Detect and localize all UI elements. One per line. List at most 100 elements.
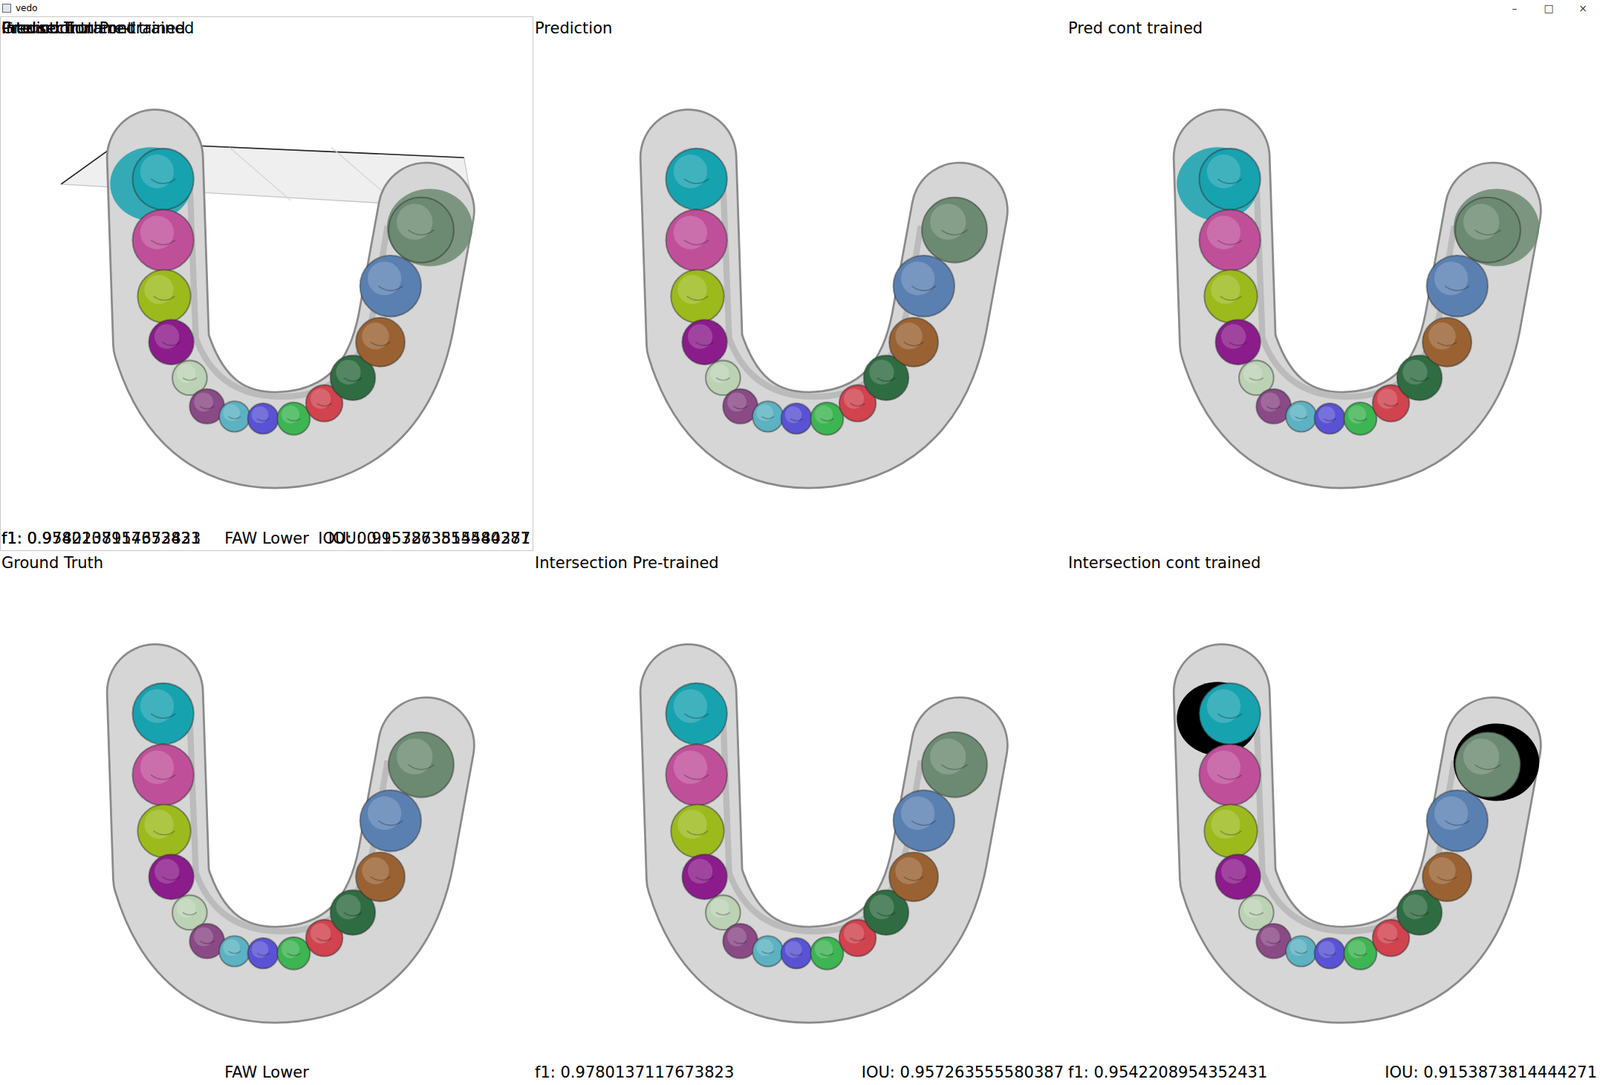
tooth[interactable] xyxy=(355,851,405,902)
title-bar: vedo –□× xyxy=(0,0,1600,17)
tooth[interactable] xyxy=(889,317,939,367)
viewport-title: Ground Truth xyxy=(1,555,104,572)
viewport-title: Intersection Pre-trained xyxy=(534,555,720,572)
tooth[interactable] xyxy=(665,209,727,271)
tooth[interactable] xyxy=(1422,317,1472,367)
tooth[interactable] xyxy=(681,319,727,364)
tooth[interactable] xyxy=(665,744,727,806)
tooth[interactable] xyxy=(1455,197,1521,263)
viewport[interactable]: Intersection Pre-trained f1: 0.9780137117… xyxy=(533,551,1067,1085)
tooth[interactable] xyxy=(889,851,939,902)
tooth[interactable] xyxy=(248,403,279,434)
tooth[interactable] xyxy=(1215,854,1260,899)
gum xyxy=(688,692,960,975)
tooth[interactable] xyxy=(1455,731,1521,798)
tooth[interactable] xyxy=(132,744,194,806)
tooth[interactable] xyxy=(132,148,194,210)
gum xyxy=(1221,692,1494,975)
viewport-title: Prediction xyxy=(534,20,613,37)
tooth[interactable] xyxy=(219,935,250,967)
tooth[interactable] xyxy=(893,255,955,317)
dental-mesh[interactable]: 304030 xyxy=(0,16,534,552)
gum xyxy=(155,692,427,975)
tooth[interactable] xyxy=(277,402,310,436)
tooth[interactable] xyxy=(670,804,724,858)
tooth[interactable] xyxy=(360,789,422,851)
tooth[interactable] xyxy=(132,682,194,744)
tooth[interactable] xyxy=(1198,209,1260,271)
minimize-button[interactable]: – xyxy=(1497,0,1532,17)
tooth[interactable] xyxy=(1198,682,1260,744)
tooth[interactable] xyxy=(148,854,194,899)
tooth[interactable] xyxy=(360,255,422,317)
tooth[interactable] xyxy=(1343,936,1377,970)
tooth[interactable] xyxy=(1285,935,1317,967)
tooth[interactable] xyxy=(1285,401,1317,432)
viewport-metric: IOU: 0.957263555580387 xyxy=(861,1065,1064,1081)
label-spill xyxy=(387,188,473,266)
tooth[interactable] xyxy=(148,319,194,364)
tooth[interactable] xyxy=(219,401,250,432)
error-region xyxy=(1453,723,1540,801)
dental-mesh[interactable] xyxy=(533,551,1067,1085)
viewport-metric: IOU: 0.9153873814444271 xyxy=(1384,1065,1598,1081)
tooth[interactable] xyxy=(355,317,405,367)
viewport[interactable]: Pred cont trained xyxy=(1066,16,1600,552)
tooth[interactable] xyxy=(781,938,812,969)
viewport-metric: f1: 0.9542208954352431 xyxy=(1068,1065,1268,1081)
gum xyxy=(1221,157,1494,440)
tooth[interactable] xyxy=(921,197,988,263)
tooth[interactable] xyxy=(1204,804,1257,858)
tooth[interactable] xyxy=(665,148,727,210)
tooth[interactable] xyxy=(1198,744,1260,806)
tooth[interactable] xyxy=(248,938,279,969)
viewport[interactable]: 304030PredictionPred cont trainedInterse… xyxy=(0,16,534,552)
tooth[interactable] xyxy=(388,197,454,263)
tooth[interactable] xyxy=(277,936,310,970)
tooth[interactable] xyxy=(681,854,727,899)
tooth[interactable] xyxy=(1198,148,1260,210)
dental-mesh[interactable] xyxy=(533,16,1067,552)
tooth[interactable] xyxy=(752,935,783,967)
dental-mesh[interactable] xyxy=(1066,551,1600,1085)
tooth[interactable] xyxy=(1426,789,1488,851)
tooth[interactable] xyxy=(137,269,191,323)
tooth[interactable] xyxy=(1215,319,1260,364)
tooth[interactable] xyxy=(1343,402,1377,436)
viewport-title: Intersection cont trained xyxy=(1068,555,1261,572)
viewport-metric: f1: 0.9542208954352431 xyxy=(1,531,201,547)
viewport[interactable]: Prediction xyxy=(533,16,1067,552)
tooth[interactable] xyxy=(921,731,988,798)
viewport-title: Pred cont trained xyxy=(1068,20,1203,37)
tooth[interactable] xyxy=(1426,255,1488,317)
tooth[interactable] xyxy=(132,209,194,271)
viewport-metric: FAW Lower xyxy=(224,531,310,547)
viewport[interactable]: Intersection cont trained f1: 0.954220895… xyxy=(1066,551,1600,1085)
tooth[interactable] xyxy=(670,269,724,323)
viewport-title: Ground Truth xyxy=(1,20,104,37)
gum xyxy=(688,157,960,440)
tooth[interactable] xyxy=(810,936,844,970)
viewport-metric: IOU: 0.9153873814444271 xyxy=(317,531,531,547)
close-button[interactable]: × xyxy=(1565,0,1600,17)
tooth[interactable] xyxy=(781,403,812,434)
tooth[interactable] xyxy=(893,789,955,851)
dental-mesh[interactable] xyxy=(1066,16,1600,552)
app-icon xyxy=(2,3,12,13)
tooth[interactable] xyxy=(752,401,783,432)
tooth[interactable] xyxy=(1422,851,1472,902)
viewport-metric: f1: 0.9780137117673823 xyxy=(534,1065,734,1081)
tooth[interactable] xyxy=(388,731,454,798)
maximize-button[interactable]: □ xyxy=(1531,0,1566,17)
tooth[interactable] xyxy=(665,682,727,744)
viewport-metric: FAW Lower xyxy=(224,1065,310,1081)
tooth[interactable] xyxy=(137,804,191,858)
gum xyxy=(155,157,427,440)
viewport[interactable]: Ground Truth FAW Lower xyxy=(0,551,534,1085)
tooth[interactable] xyxy=(1204,269,1257,323)
tooth[interactable] xyxy=(1314,403,1346,434)
tooth[interactable] xyxy=(1314,938,1346,969)
dental-mesh[interactable] xyxy=(0,551,534,1085)
tooth[interactable] xyxy=(810,402,844,436)
window-title: vedo xyxy=(15,3,38,13)
